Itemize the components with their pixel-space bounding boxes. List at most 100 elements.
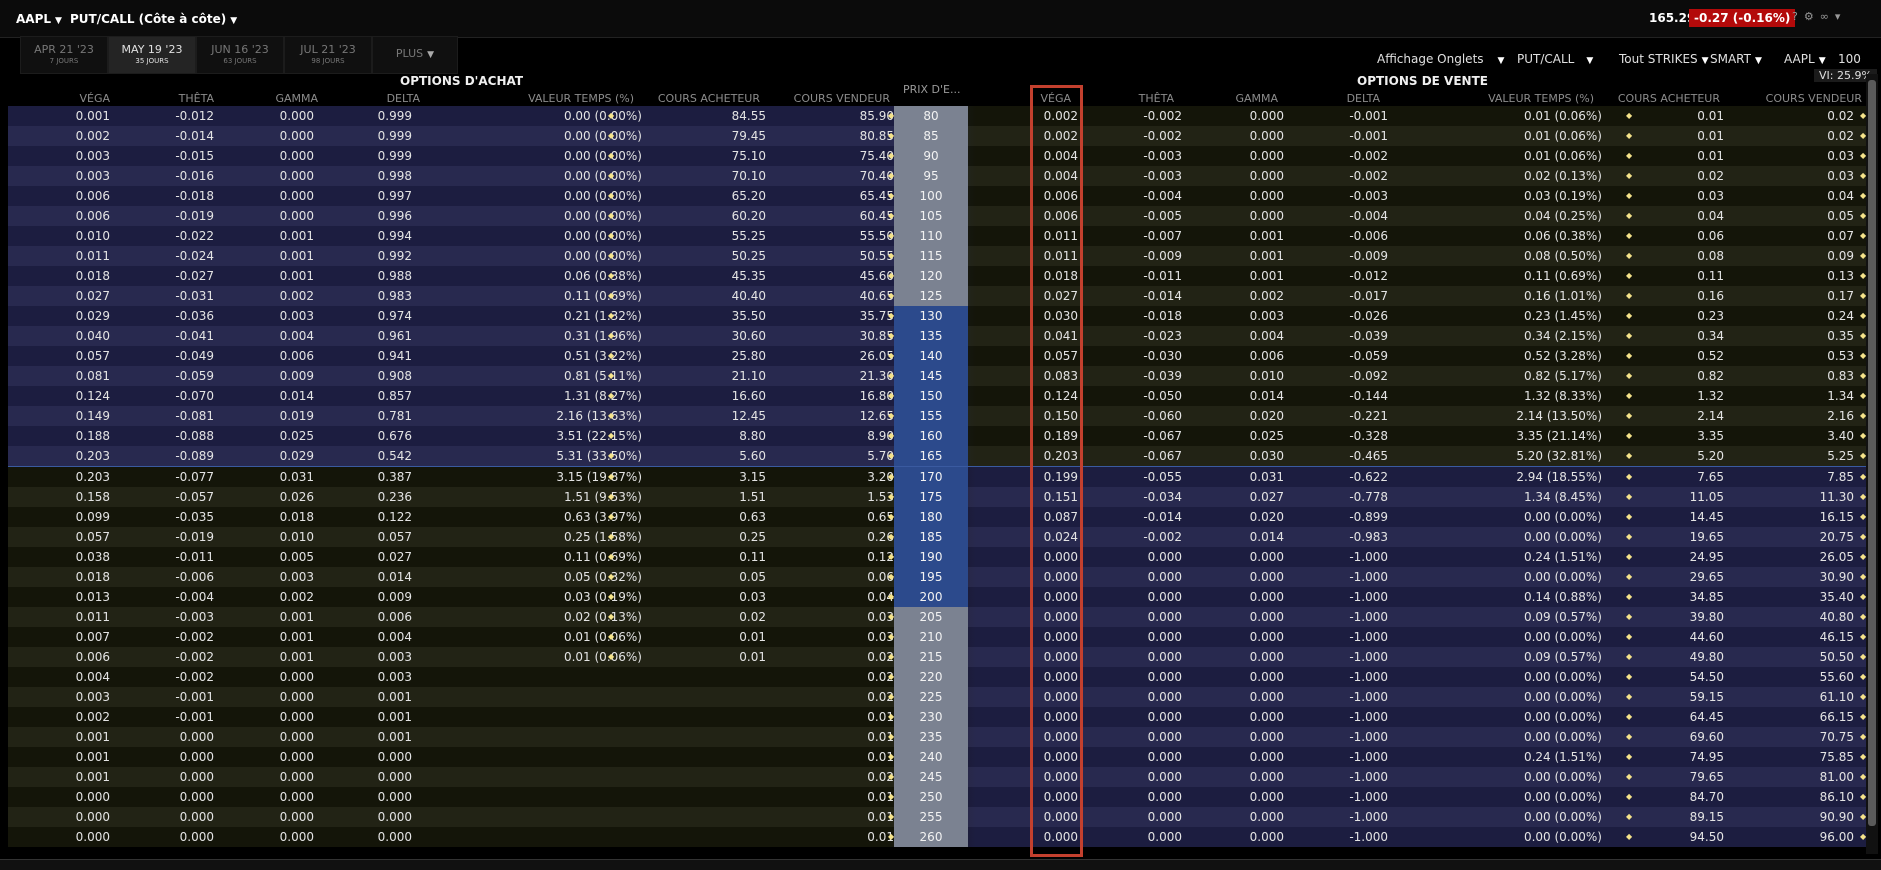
call-ask-cell[interactable]: 35.75 — [808, 306, 894, 326]
strike-cell[interactable]: 150 — [894, 386, 968, 406]
call-bid-cell[interactable]: 16.60 — [688, 386, 766, 406]
table-row[interactable]: 0.057 -0.019 0.010 0.057 0.25 (1.58%) 0.25 ◆ 0.… — [8, 527, 1866, 547]
strikes-selector[interactable]: Tout STRIKES ▼ — [1619, 52, 1709, 66]
put-ask-cell[interactable]: 0.35 — [1764, 326, 1854, 346]
put-bid-cell[interactable]: 0.01 — [1640, 126, 1724, 146]
table-row[interactable]: 0.203 -0.089 0.029 0.542 5.31 (33.50%) 5.60 ◆ 5… — [8, 446, 1866, 467]
strike-cell[interactable]: 220 — [894, 667, 968, 687]
call-ask-cell[interactable]: 0.65 — [808, 507, 894, 527]
put-ask-cell[interactable]: 2.16 — [1764, 406, 1854, 426]
strike-cell[interactable]: 225 — [894, 687, 968, 707]
put-ask-cell[interactable]: 5.25 — [1764, 446, 1854, 466]
put-bid-cell[interactable]: 64.45 — [1640, 707, 1724, 727]
put-ask-cell[interactable]: 11.30 — [1764, 487, 1854, 507]
col-gamma[interactable]: GAMMA — [260, 92, 318, 105]
put-ask-cell[interactable]: 0.02 — [1764, 106, 1854, 126]
put-bid-cell[interactable]: 1.32 — [1640, 386, 1724, 406]
call-ask-cell[interactable]: 8.90 — [808, 426, 894, 446]
call-bid-cell[interactable]: 0.03 — [688, 587, 766, 607]
call-ask-cell[interactable]: 60.45 — [808, 206, 894, 226]
put-ask-cell[interactable]: 30.90 — [1764, 567, 1854, 587]
table-row[interactable]: 0.188 -0.088 0.025 0.676 3.51 (22.15%) 8.80 ◆ 8… — [8, 426, 1866, 446]
call-bid-cell[interactable]: 1.51 — [688, 487, 766, 507]
call-ask-cell[interactable]: 5.70 — [808, 446, 894, 466]
call-ask-cell[interactable]: 12.65 — [808, 406, 894, 426]
call-bid-cell[interactable]: 50.25 — [688, 246, 766, 266]
call-ask-cell[interactable]: 0.03 — [808, 627, 894, 647]
call-bid-cell[interactable]: 40.40 — [688, 286, 766, 306]
col-gamma[interactable]: GAMMA — [1220, 92, 1278, 105]
call-bid-cell[interactable]: 0.01 — [688, 647, 766, 667]
multiplier-value[interactable]: 100 — [1838, 52, 1861, 66]
put-bid-cell[interactable]: 19.65 — [1640, 527, 1724, 547]
table-row[interactable]: 0.149 -0.081 0.019 0.781 2.16 (13.63%) 12.45 ◆… — [8, 406, 1866, 426]
put-ask-cell[interactable]: 90.90 — [1764, 807, 1854, 827]
put-bid-cell[interactable]: 0.03 — [1640, 186, 1724, 206]
call-ask-cell[interactable]: 0.01 — [808, 807, 894, 827]
strike-cell[interactable]: 110 — [894, 226, 968, 246]
put-ask-cell[interactable]: 40.80 — [1764, 607, 1854, 627]
col-delta[interactable]: DELTA — [1320, 92, 1380, 105]
col-vega[interactable]: VÉGA — [1025, 92, 1071, 105]
col-time-value[interactable]: VALEUR TEMPS (%) — [500, 92, 634, 105]
put-ask-cell[interactable]: 0.53 — [1764, 346, 1854, 366]
table-row[interactable]: 0.011 -0.024 0.001 0.992 0.00 (0.00%) 50.25 ◆ 5… — [8, 246, 1866, 266]
call-bid-cell[interactable]: 60.20 — [688, 206, 766, 226]
strike-cell[interactable]: 170 — [894, 467, 968, 487]
put-ask-cell[interactable]: 16.15 — [1764, 507, 1854, 527]
table-row[interactable]: 0.057 -0.049 0.006 0.941 0.51 (3.22%) 25.80 ◆ 2… — [8, 346, 1866, 366]
put-bid-cell[interactable]: 0.82 — [1640, 366, 1724, 386]
col-delta[interactable]: DELTA — [360, 92, 420, 105]
call-ask-cell[interactable]: 0.01 — [808, 747, 894, 767]
strike-cell[interactable]: 175 — [894, 487, 968, 507]
strike-cell[interactable]: 205 — [894, 607, 968, 627]
call-ask-cell[interactable]: 45.60 — [808, 266, 894, 286]
call-bid-cell[interactable]: 12.45 — [688, 406, 766, 426]
call-bid-cell[interactable]: 45.35 — [688, 266, 766, 286]
exchange-selector[interactable]: SMART ▼ — [1710, 52, 1762, 66]
strike-cell[interactable]: 245 — [894, 767, 968, 787]
put-bid-cell[interactable]: 0.01 — [1640, 106, 1724, 126]
call-bid-cell[interactable]: 21.10 — [688, 366, 766, 386]
table-row[interactable]: 0.124 -0.070 0.014 0.857 1.31 (8.27%) 16.60 ◆ 1… — [8, 386, 1866, 406]
strike-cell[interactable]: 130 — [894, 306, 968, 326]
put-ask-cell[interactable]: 20.75 — [1764, 527, 1854, 547]
put-bid-cell[interactable]: 0.23 — [1640, 306, 1724, 326]
underlying-selector[interactable]: AAPL ▼ — [1784, 52, 1826, 66]
table-row[interactable]: 0.003 -0.015 0.000 0.999 0.00 (0.00%) 75.10 ◆ 7… — [8, 146, 1866, 166]
put-bid-cell[interactable]: 7.65 — [1640, 467, 1724, 487]
table-row[interactable]: 0.001 0.000 0.000 0.000 0.02 ◆ 245 0.000 0.000 0.… — [8, 767, 1866, 787]
scrollbar-thumb[interactable] — [1868, 80, 1876, 826]
strike-cell[interactable]: 140 — [894, 346, 968, 366]
tab-may-19[interactable]: MAY 19 '23 35 JOURS — [108, 36, 196, 74]
call-ask-cell[interactable]: 0.02 — [808, 767, 894, 787]
put-bid-cell[interactable]: 94.50 — [1640, 827, 1724, 847]
call-ask-cell[interactable]: 0.02 — [808, 647, 894, 667]
put-bid-cell[interactable]: 5.20 — [1640, 446, 1724, 466]
call-bid-cell[interactable]: 79.45 — [688, 126, 766, 146]
call-ask-cell[interactable]: 85.90 — [808, 106, 894, 126]
call-ask-cell[interactable]: 40.65 — [808, 286, 894, 306]
put-bid-cell[interactable]: 49.80 — [1640, 647, 1724, 667]
vertical-scrollbar[interactable] — [1866, 74, 1878, 854]
strike-cell[interactable]: 145 — [894, 366, 968, 386]
call-bid-cell[interactable]: 5.60 — [688, 446, 766, 466]
col-theta[interactable]: THÊTA — [160, 92, 214, 105]
call-bid-cell[interactable]: 0.05 — [688, 567, 766, 587]
call-ask-cell[interactable]: 70.40 — [808, 166, 894, 186]
put-bid-cell[interactable]: 0.06 — [1640, 226, 1724, 246]
put-ask-cell[interactable]: 7.85 — [1764, 467, 1854, 487]
strike-cell[interactable]: 85 — [894, 126, 968, 146]
table-row[interactable]: 0.000 0.000 0.000 0.000 0.01 ◆ 260 0.000 0.000 0.… — [8, 827, 1866, 847]
put-ask-cell[interactable]: 0.83 — [1764, 366, 1854, 386]
tab-jun-16[interactable]: JUN 16 '23 63 JOURS — [196, 36, 284, 74]
symbol-selector[interactable]: AAPL ▼ — [16, 12, 62, 26]
call-ask-cell[interactable]: 0.01 — [808, 707, 894, 727]
strike-cell[interactable]: 185 — [894, 527, 968, 547]
put-bid-cell[interactable]: 14.45 — [1640, 507, 1724, 527]
table-row[interactable]: 0.010 -0.022 0.001 0.994 0.00 (0.00%) 55.25 ◆ 5… — [8, 226, 1866, 246]
strike-cell[interactable]: 235 — [894, 727, 968, 747]
put-ask-cell[interactable]: 61.10 — [1764, 687, 1854, 707]
table-row[interactable]: 0.006 -0.018 0.000 0.997 0.00 (0.00%) 65.20 ◆ 6… — [8, 186, 1866, 206]
menu-icon[interactable]: ▾ — [1835, 10, 1847, 23]
